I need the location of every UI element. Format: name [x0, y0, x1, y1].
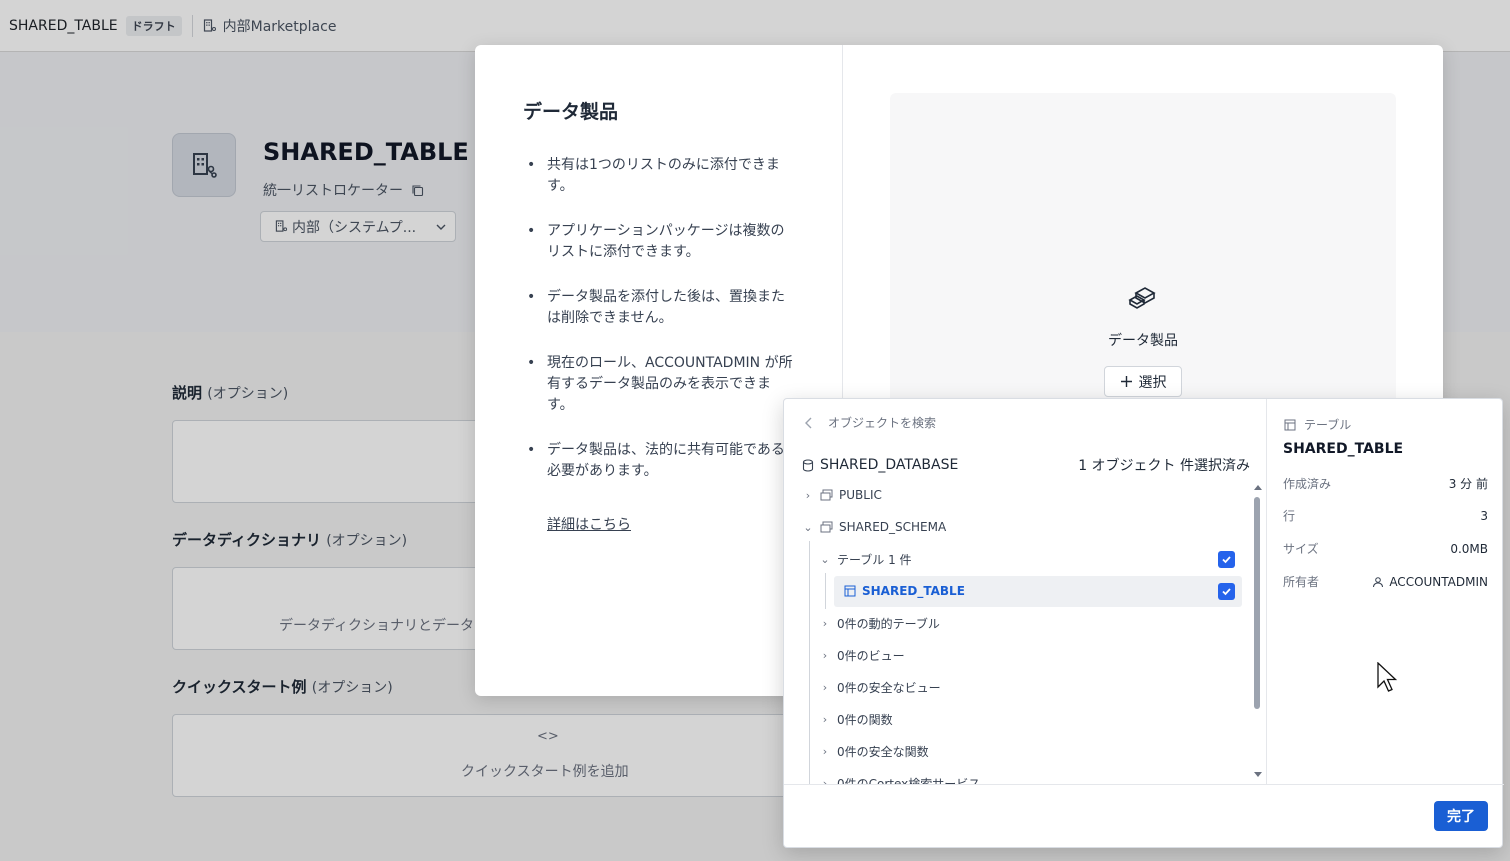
tree-node-dynamic-tables[interactable]: › 0件の動的テーブル: [819, 609, 940, 637]
tree-label: SHARED_SCHEMA: [839, 520, 947, 534]
prop-value: ACCOUNTADMIN: [1372, 575, 1488, 589]
object-name: SHARED_TABLE: [1283, 441, 1404, 457]
tree-node-cortex[interactable]: › 0件のCortex検索サービス: [819, 769, 981, 785]
tree-label: 0件の安全な関数: [837, 744, 929, 759]
table-icon: [844, 585, 856, 597]
scrollbar-thumb[interactable]: [1254, 497, 1260, 709]
learn-more-link[interactable]: 詳細はこちら: [547, 514, 631, 534]
mouse-cursor-icon: [1377, 662, 1398, 692]
picker-footer: 完了: [784, 784, 1504, 849]
data-product-label: データ製品: [1108, 333, 1178, 349]
tree-label: SHARED_TABLE: [862, 584, 965, 598]
tree-node-secure-views[interactable]: › 0件の安全なビュー: [819, 673, 941, 701]
prop-key: 行: [1283, 509, 1296, 523]
database-row: SHARED_DATABASE 1 オブジェクト 件選択済み: [802, 455, 1250, 475]
cube-stack-icon: [1128, 287, 1156, 309]
tree-node-functions[interactable]: › 0件の関数: [819, 705, 893, 733]
object-details-panel: テーブル SHARED_TABLE 作成済み 3 分 前 行 3 サイズ 0.0…: [1267, 399, 1504, 784]
done-button[interactable]: 完了: [1434, 801, 1488, 831]
prop-owner: 所有者 ACCOUNTADMIN: [1283, 573, 1488, 590]
chevron-right-icon: ›: [822, 616, 828, 630]
prop-created: 作成済み 3 分 前: [1283, 475, 1488, 492]
tree-label: 0件の動的テーブル: [837, 616, 940, 631]
search-placeholder: オブジェクトを検索: [828, 416, 937, 430]
user-icon: [1373, 576, 1384, 587]
info-list: 共有は1つのリストのみに添付できます。 アプリケーションパッケージは複数のリスト…: [527, 155, 797, 506]
schema-icon: [820, 521, 833, 533]
prop-value: 3: [1480, 508, 1488, 523]
chevron-right-icon: ›: [822, 744, 828, 758]
info-item: データ製品を添付した後は、置換または削除できません。: [527, 287, 797, 329]
tree-node-secure-functions[interactable]: › 0件の安全な関数: [819, 737, 929, 765]
info-item: データ製品は、法的に共有可能である必要があります。: [527, 440, 797, 482]
prop-key: サイズ: [1283, 542, 1319, 556]
tree-label: テーブル 1 件: [837, 552, 912, 567]
tree-node-shared-table[interactable]: SHARED_TABLE: [844, 577, 965, 605]
info-item: 現在のロール、ACCOUNTADMIN が所有するデータ製品のみを表示できます。: [527, 353, 797, 416]
prop-key: 作成済み: [1283, 477, 1332, 491]
chevron-left-icon[interactable]: [804, 417, 814, 429]
scroll-up-icon[interactable]: [1254, 483, 1262, 491]
tree-label: 0件の安全なビュー: [837, 680, 941, 695]
chevron-right-icon: ›: [822, 712, 828, 726]
tree-guide-line: [809, 541, 810, 784]
tree-label: 0件のCortex検索サービス: [837, 776, 981, 785]
table-checkbox[interactable]: [1218, 583, 1235, 600]
prop-value: 0.0MB: [1450, 541, 1488, 556]
object-search[interactable]: オブジェクトを検索: [804, 414, 936, 431]
info-item: 共有は1つのリストのみに添付できます。: [527, 155, 797, 197]
modal-title: データ製品: [523, 101, 619, 123]
chevron-right-icon: ›: [822, 680, 828, 694]
object-type-label: テーブル: [1304, 418, 1352, 432]
database-name: SHARED_DATABASE: [820, 457, 959, 473]
chevron-down-icon: ⌄: [820, 552, 830, 566]
tree-node-public[interactable]: › PUBLIC: [802, 481, 882, 509]
tree-label: 0件のビュー: [837, 648, 905, 663]
tables-checkbox[interactable]: [1218, 551, 1235, 568]
prop-size: サイズ 0.0MB: [1283, 540, 1488, 557]
select-button[interactable]: 選択: [1104, 366, 1182, 397]
tree-node-shared-schema[interactable]: ⌄ SHARED_SCHEMA: [802, 513, 946, 541]
check-icon: [1222, 556, 1231, 564]
object-type: テーブル: [1284, 416, 1351, 433]
chevron-right-icon: ›: [822, 648, 828, 662]
info-item: アプリケーションパッケージは複数のリストに添付できます。: [527, 221, 797, 263]
tree-node-tables[interactable]: ⌄ テーブル 1 件: [819, 545, 912, 573]
selected-count: 1 オブジェクト 件選択済み: [1078, 458, 1250, 474]
prop-rows: 行 3: [1283, 507, 1488, 524]
chevron-down-icon: ⌄: [803, 520, 813, 534]
plus-icon: [1120, 376, 1132, 387]
select-button-label: 選択: [1138, 374, 1167, 391]
schema-icon: [820, 489, 833, 501]
tree-guide-line: [825, 573, 826, 609]
chevron-right-icon: ›: [822, 776, 828, 785]
object-picker: オブジェクトを検索 SHARED_DATABASE 1 オブジェクト 件選択済み…: [783, 398, 1504, 849]
scroll-down-icon[interactable]: [1254, 771, 1262, 779]
tree-label: 0件の関数: [837, 712, 893, 727]
tree-scrollbar[interactable]: [1254, 483, 1262, 779]
database-icon: [802, 458, 814, 472]
object-tree-panel: オブジェクトを検索 SHARED_DATABASE 1 オブジェクト 件選択済み…: [784, 399, 1267, 784]
prop-value: 3 分 前: [1448, 477, 1488, 491]
check-icon: [1222, 588, 1231, 596]
tree-node-views[interactable]: › 0件のビュー: [819, 641, 905, 669]
table-icon: [1284, 419, 1296, 430]
prop-key: 所有者: [1283, 575, 1320, 589]
owner-name: ACCOUNTADMIN: [1389, 574, 1488, 589]
chevron-right-icon: ›: [805, 488, 811, 502]
tree-label: PUBLIC: [839, 488, 882, 502]
